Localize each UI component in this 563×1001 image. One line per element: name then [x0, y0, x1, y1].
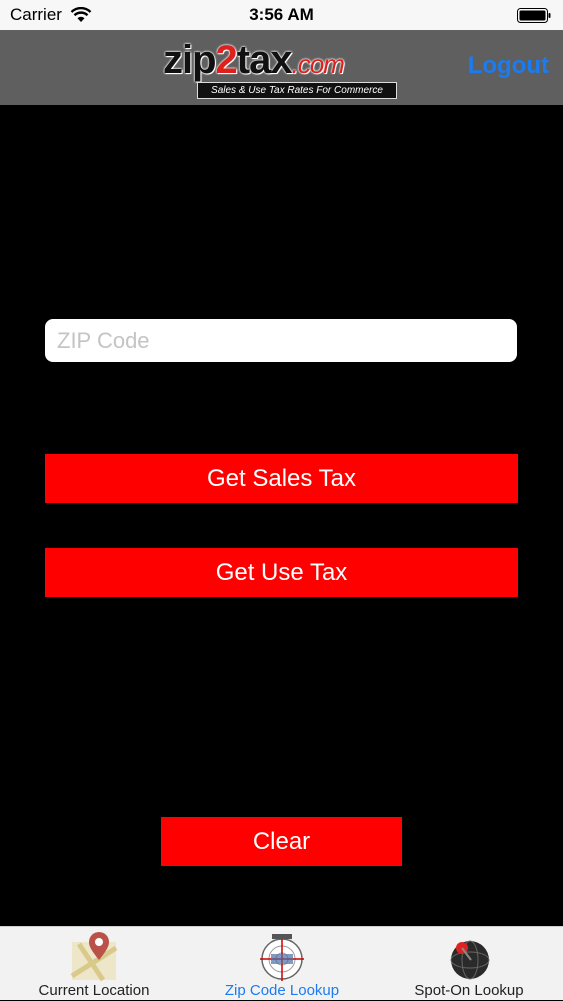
clear-button[interactable]: Clear	[161, 817, 402, 866]
map-pin-icon	[70, 932, 118, 982]
status-time: 3:56 AM	[249, 5, 314, 24]
tab-label-zip-code-lookup: Zip Code Lookup	[224, 982, 340, 999]
globe-pin-icon	[450, 940, 490, 980]
logo-text-tax: tax	[236, 38, 293, 82]
nav-bar: zip2tax.com Sales & Use Tax Rates For Co…	[0, 30, 563, 105]
logout-button[interactable]: Logout	[468, 52, 549, 80]
tab-current-location[interactable]: Current Location	[0, 927, 188, 1001]
tab-label-current-location: Current Location	[38, 982, 150, 999]
logo-text-zip: zip	[163, 38, 217, 82]
logo-wordmark: zip2tax.com	[163, 38, 345, 86]
logo-text-dotcom: .com	[291, 49, 345, 79]
zip2tax-logo: zip2tax.com Sales & Use Tax Rates For Co…	[163, 38, 403, 102]
get-sales-tax-button[interactable]: Get Sales Tax	[45, 454, 518, 503]
zip-code-input[interactable]	[45, 319, 517, 362]
tab-spot-on-lookup[interactable]: Spot-On Lookup	[375, 927, 563, 1001]
battery-icon	[517, 8, 551, 23]
tab-zip-code-lookup[interactable]: Zip Code Lookup	[188, 927, 376, 1001]
get-use-tax-button[interactable]: Get Use Tax	[45, 548, 518, 597]
tab-bar: Current Location Zip Code Lookup Spot-On…	[0, 926, 563, 1000]
tab-label-spot-on-lookup: Spot-On Lookup	[414, 982, 524, 999]
logo-text-two: 2	[215, 38, 238, 82]
zip-code-target-icon	[260, 934, 304, 981]
status-bar: Carrier 3:56 AM	[0, 0, 563, 30]
logo-tagline: Sales & Use Tax Rates For Commerce	[197, 82, 397, 99]
